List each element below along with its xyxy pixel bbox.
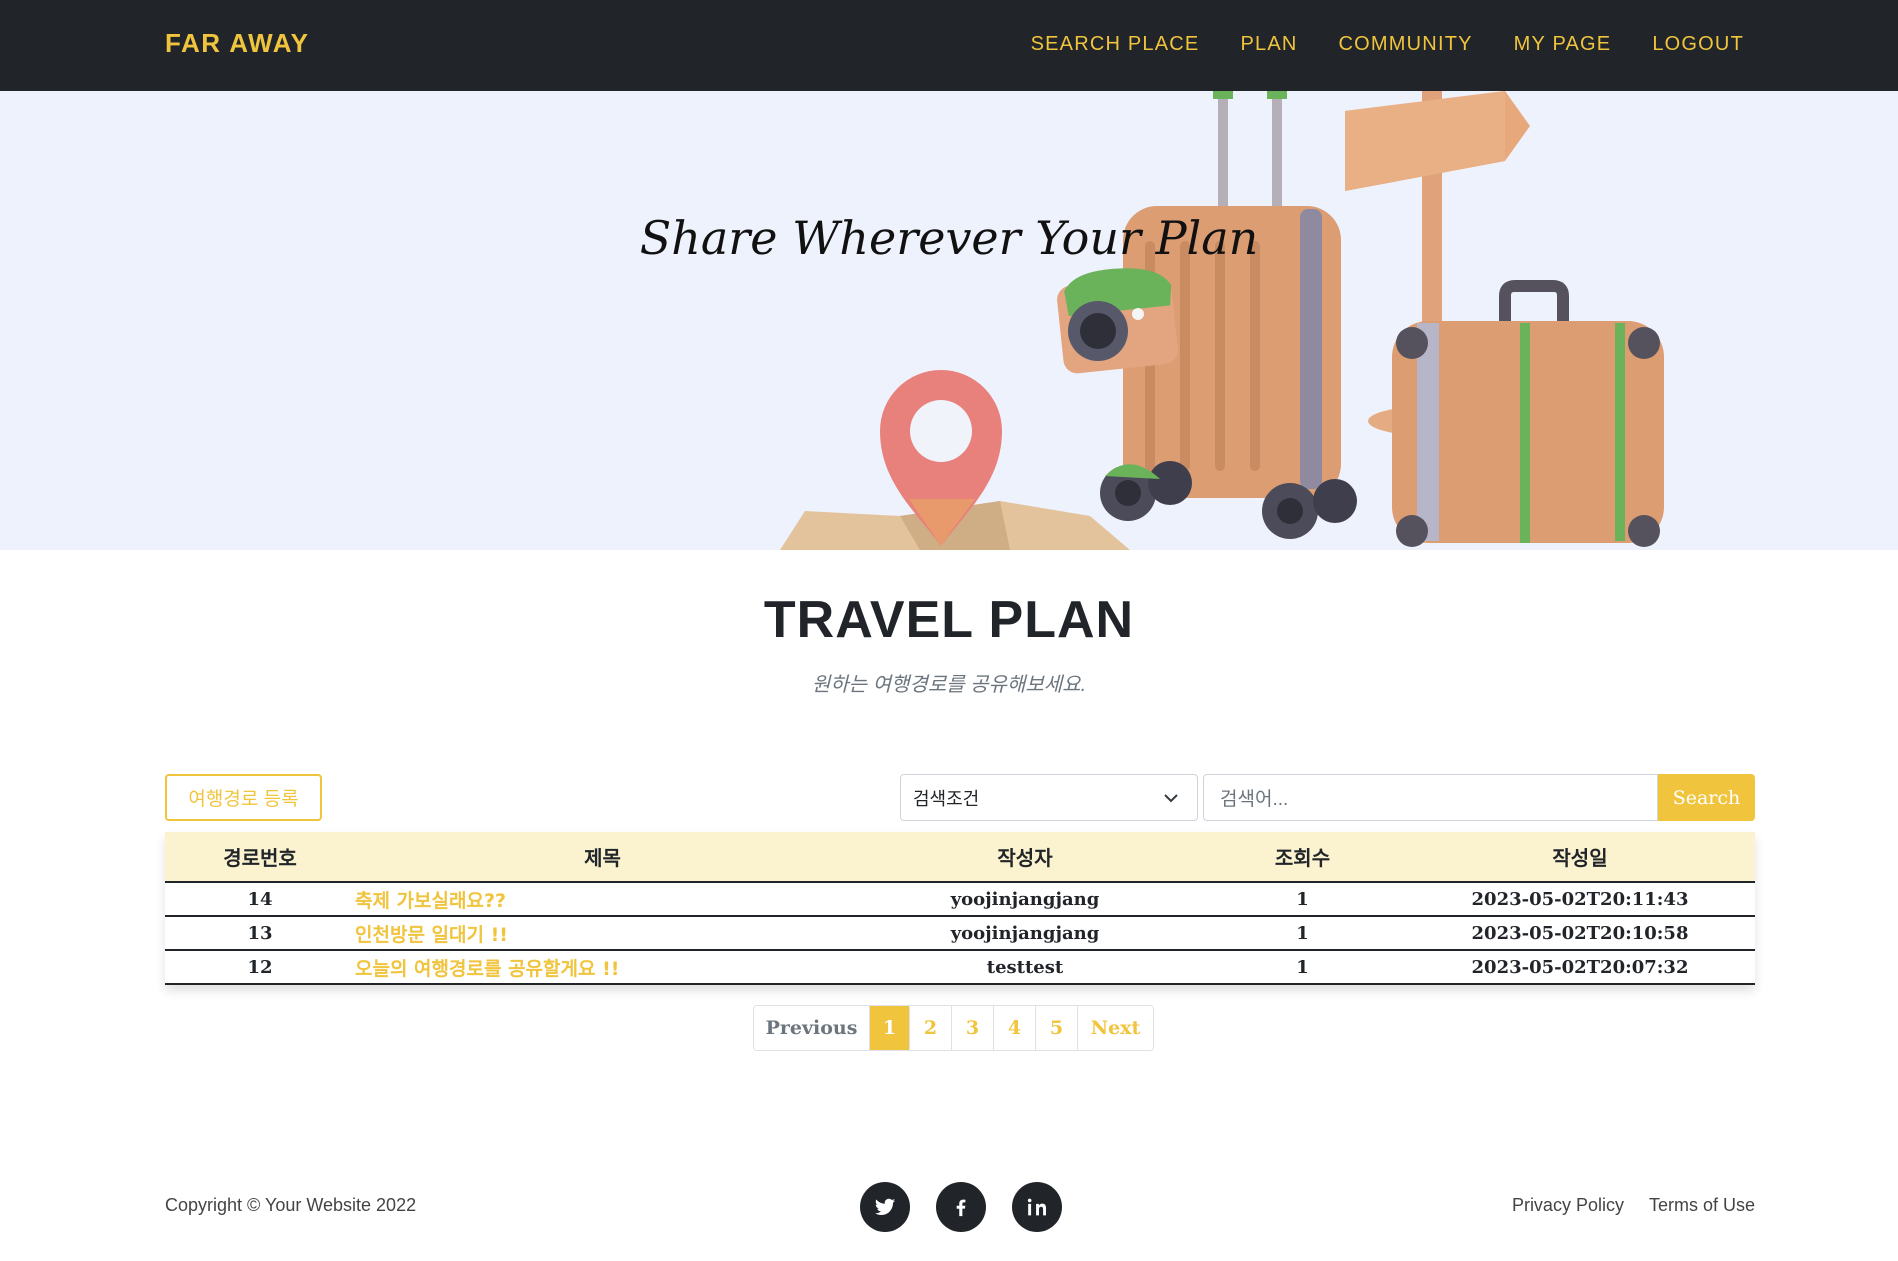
nav-logout[interactable]: LOGOUT	[1652, 33, 1744, 56]
pagination: Previous 1 2 3 4 5 Next	[753, 1005, 1154, 1051]
cell-route-no: 14	[165, 882, 355, 917]
cell-author: yoojinjangjang	[850, 916, 1200, 951]
table-row: 12 오늘의 여행경로를 공유할게요 !! testtest 1 2023-05…	[165, 950, 1755, 985]
pagination-page-3[interactable]: 3	[951, 1006, 993, 1050]
register-route-button[interactable]: 여행경로 등록	[165, 774, 322, 821]
header-route-no: 경로번호	[165, 832, 355, 883]
facebook-glyph	[956, 1199, 966, 1217]
hero-title: Share Wherever Your Plan	[639, 211, 1259, 265]
table-row: 14 축제 가보실래요?? yoojinjangjang 1 2023-05-0…	[165, 882, 1755, 917]
pagination-page-1[interactable]: 1	[869, 1006, 909, 1050]
privacy-policy-link[interactable]: Privacy Policy	[1512, 1195, 1624, 1216]
nav-plan[interactable]: PLAN	[1240, 33, 1297, 56]
header-title: 제목	[355, 832, 850, 883]
page-title: TRAVEL PLAN	[763, 591, 1135, 649]
terms-of-use-link[interactable]: Terms of Use	[1649, 1195, 1755, 1216]
brand-logo[interactable]: FAR AWAY	[165, 28, 309, 59]
cell-views: 1	[1200, 882, 1405, 917]
cell-route-no: 13	[165, 916, 355, 951]
header-date: 작성일	[1405, 832, 1755, 883]
plan-table: 경로번호 제목 작성자 조회수 작성일 14 축제 가보실래요?? yoojin…	[165, 832, 1755, 985]
nav-community[interactable]: COMMUNITY	[1339, 33, 1473, 56]
cell-views: 1	[1200, 916, 1405, 951]
pagination-next[interactable]: Next	[1077, 1006, 1153, 1050]
linkedin-glyph	[1027, 1198, 1047, 1216]
facebook-icon[interactable]	[936, 1182, 986, 1232]
cell-title-link[interactable]: 오늘의 여행경로를 공유할게요 !!	[355, 950, 850, 985]
navbar: FAR AWAY SEARCH PLACE PLAN COMMUNITY MY …	[0, 0, 1898, 91]
pagination-page-5[interactable]: 5	[1035, 1006, 1077, 1050]
cell-date: 2023-05-02T20:10:58	[1405, 916, 1755, 951]
pagination-page-4[interactable]: 4	[993, 1006, 1035, 1050]
cell-route-no: 12	[165, 950, 355, 985]
cell-date: 2023-05-02T20:11:43	[1405, 882, 1755, 917]
search-condition-value: 검색조건	[913, 788, 980, 809]
search-condition-select[interactable]: 검색조건	[900, 774, 1198, 821]
cell-title-link[interactable]: 축제 가보실래요??	[355, 882, 850, 917]
footer-links: Privacy Policy Terms of Use	[1512, 1195, 1755, 1216]
twitter-icon[interactable]	[860, 1182, 910, 1232]
nav-links: SEARCH PLACE PLAN COMMUNITY MY PAGE LOGO…	[1031, 33, 1744, 56]
cell-views: 1	[1200, 950, 1405, 985]
table-row: 13 인천방문 일대기 !! yoojinjangjang 1 2023-05-…	[165, 916, 1755, 951]
cell-author: yoojinjangjang	[850, 882, 1200, 917]
linkedin-icon[interactable]	[1012, 1182, 1062, 1232]
search-input[interactable]: 검색어...	[1203, 774, 1658, 821]
table-header-row: 경로번호 제목 작성자 조회수 작성일	[165, 832, 1755, 883]
nav-search-place[interactable]: SEARCH PLACE	[1031, 33, 1200, 56]
cell-title-link[interactable]: 인천방문 일대기 !!	[355, 916, 850, 951]
search-button[interactable]: Search	[1658, 774, 1755, 821]
nav-my-page[interactable]: MY PAGE	[1514, 33, 1612, 56]
footer-copyright: Copyright © Your Website 2022	[165, 1195, 417, 1215]
twitter-glyph	[874, 1198, 896, 1215]
pagination-page-2[interactable]: 2	[909, 1006, 951, 1050]
page-subtitle: 원하는 여행경로를 공유해보세요.	[811, 674, 1087, 696]
social-links	[860, 1182, 1062, 1232]
cell-author: testtest	[850, 950, 1200, 985]
pagination-previous[interactable]: Previous	[754, 1006, 869, 1050]
header-views: 조회수	[1200, 832, 1405, 883]
cell-date: 2023-05-02T20:07:32	[1405, 950, 1755, 985]
header-author: 작성자	[850, 832, 1200, 883]
search-placeholder: 검색어...	[1220, 789, 1289, 810]
hero-illustration	[780, 91, 1664, 550]
chevron-down-icon	[1164, 794, 1178, 803]
hero-banner: Share Wherever Your Plan	[0, 91, 1898, 550]
